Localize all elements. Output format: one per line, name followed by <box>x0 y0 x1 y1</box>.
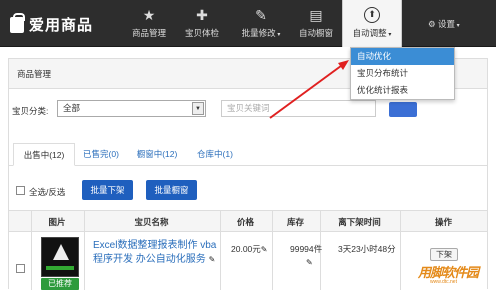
annotation-arrow <box>269 60 349 119</box>
